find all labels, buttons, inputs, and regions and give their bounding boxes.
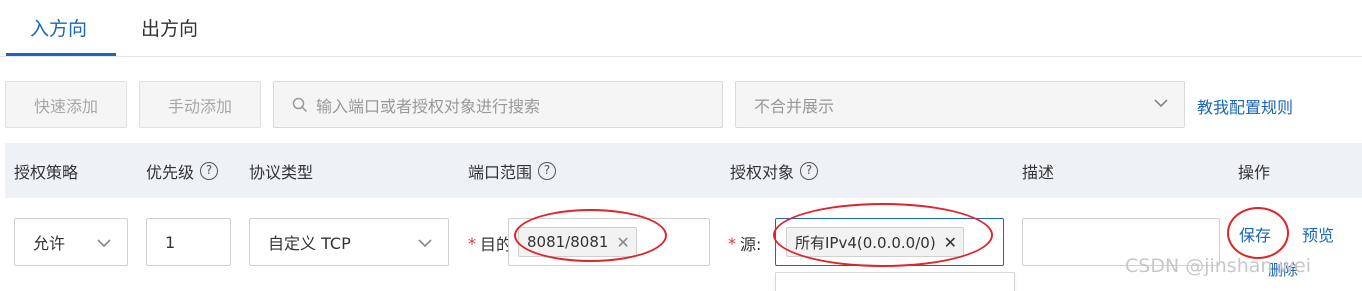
source-label-group: * 源:: [728, 231, 761, 255]
header-auth-object: 授权对象 ?: [730, 159, 819, 183]
chevron-down-icon: [97, 239, 111, 248]
help-icon[interactable]: ?: [200, 162, 219, 180]
header-auth-object-label: 授权对象: [730, 163, 795, 182]
tab-inbound[interactable]: 入方向: [30, 16, 87, 42]
active-tab-indicator: [6, 53, 116, 56]
policy-value: 允许: [33, 234, 66, 253]
header-protocol-label: 协议类型: [249, 163, 314, 182]
auth-object-value: 所有IPv4(0.0.0.0/0): [795, 233, 936, 252]
header-priority-label: 优先级: [146, 163, 195, 182]
search-input[interactable]: 输入端口或者授权对象进行搜索: [273, 81, 723, 128]
close-icon[interactable]: ✕: [616, 233, 629, 252]
port-range-tag: 8081/8081 ✕: [518, 227, 637, 257]
header-priority: 优先级 ?: [146, 159, 219, 183]
search-icon: [292, 97, 308, 112]
required-mark: *: [728, 233, 736, 253]
priority-input[interactable]: 1: [146, 218, 231, 266]
help-icon[interactable]: ?: [800, 162, 819, 180]
help-icon[interactable]: ?: [538, 162, 557, 180]
required-mark: *: [468, 233, 476, 253]
header-description-label: 描述: [1022, 163, 1055, 182]
port-label-group: * 目的: [468, 231, 512, 255]
header-policy: 授权策略: [14, 159, 78, 183]
help-link[interactable]: 教我配置规则: [1197, 94, 1293, 118]
priority-value: 1: [165, 232, 176, 252]
source-label: 源:: [740, 235, 762, 254]
chevron-down-icon: [1154, 99, 1168, 108]
manual-add-button[interactable]: 手动添加: [139, 81, 261, 128]
tab-outbound[interactable]: 出方向: [141, 16, 198, 42]
chevron-down-icon: [418, 239, 432, 248]
close-icon[interactable]: ✕: [944, 233, 957, 252]
preview-button[interactable]: 预览: [1302, 222, 1334, 246]
merge-display-select[interactable]: 不合并展示: [735, 81, 1185, 128]
policy-select[interactable]: 允许: [14, 218, 128, 266]
header-port-range: 端口范围 ?: [468, 159, 557, 183]
header-description: 描述: [1022, 159, 1054, 183]
table-header: 授权策略 优先级 ? 协议类型 端口范围 ? 授权对象 ? 描述 操作: [5, 143, 1362, 198]
auth-object-tag: 所有IPv4(0.0.0.0/0) ✕: [786, 227, 965, 257]
tab-bar: 入方向 出方向: [0, 0, 1362, 57]
header-port-range-label: 端口范围: [468, 163, 533, 182]
port-range-value: 8081/8081: [527, 233, 609, 251]
protocol-select[interactable]: 自定义 TCP: [249, 218, 449, 266]
protocol-value: 自定义 TCP: [268, 234, 351, 253]
save-button[interactable]: 保存: [1239, 222, 1271, 246]
merge-display-value: 不合并展示: [754, 96, 835, 116]
header-policy-label: 授权策略: [14, 163, 79, 182]
header-protocol: 协议类型: [249, 159, 313, 183]
search-placeholder: 输入端口或者授权对象进行搜索: [316, 96, 541, 116]
auth-object-dropdown[interactable]: [775, 272, 1015, 291]
watermark: CSDN @jinshan.wei: [1125, 255, 1311, 277]
header-actions: 操作: [1238, 159, 1270, 183]
header-actions-label: 操作: [1238, 163, 1271, 182]
quick-add-button[interactable]: 快速添加: [5, 81, 127, 128]
